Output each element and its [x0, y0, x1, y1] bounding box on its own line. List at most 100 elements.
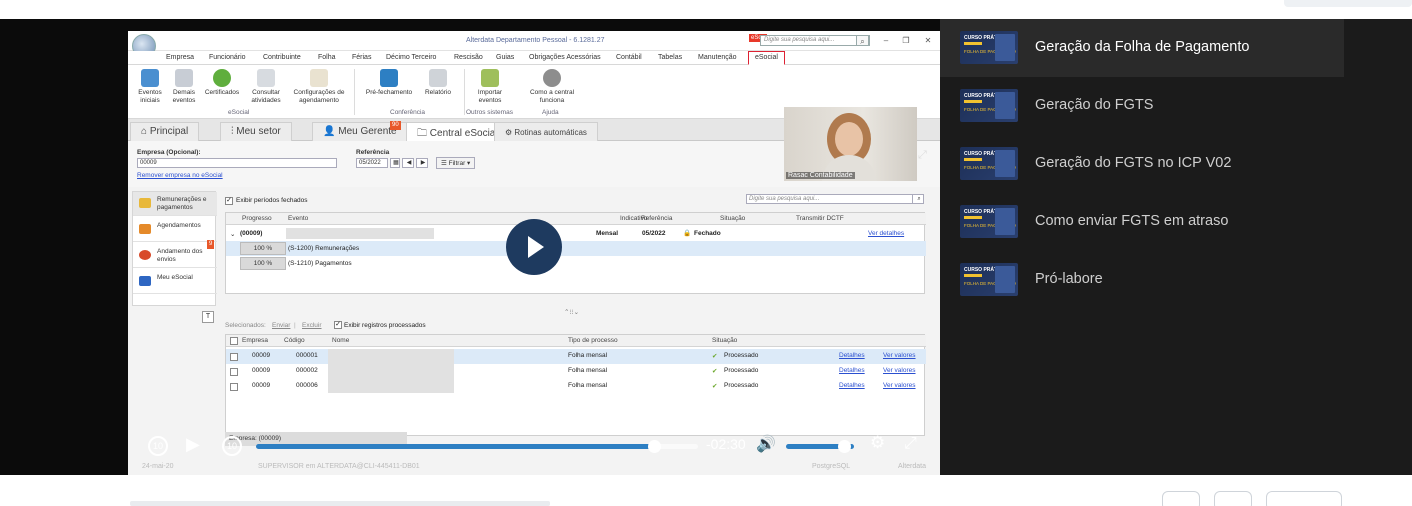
col-situacao[interactable]: Situação [720, 215, 745, 222]
empresa-cell: 00009 [252, 382, 271, 389]
ribbon-ajuda[interactable]: Como a central funciona [524, 69, 580, 104]
nav-remuneracoes[interactable]: Remunerações e pagamentos [133, 192, 217, 216]
forward-10-button[interactable]: 10 [222, 436, 242, 456]
menu-ferias[interactable]: Férias [352, 54, 371, 61]
detalhes-link[interactable]: Detalhes [839, 352, 865, 359]
bookmark-button[interactable] [1214, 491, 1252, 506]
video-area[interactable]: Alterdata Departamento Pessoal - 6.1281.… [0, 19, 940, 475]
table-row[interactable]: 100 % (S-1200) Remunerações [226, 241, 926, 256]
group-referencia: 05/2022 [642, 230, 666, 237]
search-icon[interactable]: ⌕ [912, 194, 924, 204]
text-toggle-button[interactable]: T [202, 311, 214, 323]
nav-andamento[interactable]: Andamento dos envios [133, 244, 217, 268]
col-referencia[interactable]: Referência [641, 215, 672, 222]
big-play-button[interactable] [506, 219, 562, 275]
enviar-link[interactable]: Enviar [272, 322, 290, 329]
volume-slider[interactable] [786, 440, 854, 453]
col-progresso[interactable]: Progresso [242, 215, 272, 222]
progress-bar[interactable] [256, 440, 698, 453]
tab-principal[interactable]: ⌂ Principal [130, 122, 200, 141]
calendar-icon[interactable]: ▦ [390, 158, 400, 168]
menu-manutencao[interactable]: Manutenção [698, 54, 737, 61]
exibir-fechados-checkbox[interactable]: ✓ [225, 197, 233, 205]
tab-meu-setor[interactable]: ⫶ Meu setor [220, 122, 292, 141]
ribbon-pre-fechamento[interactable]: Pré-fechamento [360, 69, 418, 97]
ver-valores-link[interactable]: Ver valores [883, 382, 916, 389]
settings-gear-icon[interactable]: ⚙ [870, 433, 885, 453]
playlist-item[interactable]: CURSO PRÁTICO FOLHA DE PAGAMENTO Geração d… [940, 19, 1344, 77]
remover-empresa-link[interactable]: Remover empresa no eSocial [137, 172, 223, 179]
volume-icon[interactable]: 🔊 [756, 434, 776, 453]
exibir-processados-checkbox[interactable]: ✓ [334, 321, 342, 329]
playlist-item-title: Como enviar FGTS em atraso [1035, 213, 1229, 229]
menu-empresa[interactable]: Empresa [166, 54, 194, 61]
nav-meu-esocial[interactable]: Meu eSocial [133, 270, 217, 294]
col-nome[interactable]: Nome [332, 337, 349, 344]
progress-handle[interactable] [647, 440, 661, 453]
prev-next-buttons[interactable] [1266, 491, 1342, 506]
app-search-input[interactable]: Digite sua pesquisa aqui... [760, 35, 870, 46]
menu-esocial[interactable]: eSocial [748, 51, 785, 65]
ver-detalhes-link[interactable]: Ver detalhes [868, 230, 904, 237]
search-icon[interactable]: ⌕ [856, 35, 869, 46]
col-codigo[interactable]: Código [284, 337, 305, 344]
close-icon[interactable]: ✕ [922, 36, 934, 45]
row-checkbox[interactable] [230, 383, 238, 391]
rewind-10-button[interactable]: 10 [148, 436, 168, 456]
ribbon-config-agendamento[interactable]: Configurações de agendamento [290, 69, 348, 104]
col-situacao[interactable]: Situação [712, 337, 737, 344]
play-icon [528, 236, 544, 258]
prev-arrow-icon[interactable]: ◀ [402, 158, 414, 168]
play-button[interactable]: ▶ [186, 434, 200, 455]
row-checkbox[interactable] [230, 353, 238, 361]
top-right-button[interactable] [1284, 0, 1412, 7]
playlist-item[interactable]: CURSO PRÁTICO FOLHA DE PAGAMENTO Como envi… [940, 193, 1344, 251]
app-title-bar: Alterdata Departamento Pessoal - 6.1281.… [128, 31, 940, 58]
menu-funcionario[interactable]: Funcionário [209, 54, 246, 61]
select-all-checkbox[interactable] [230, 337, 238, 345]
ribbon-relatorio[interactable]: Relatório [416, 69, 460, 97]
minimize-icon[interactable]: – [880, 36, 892, 45]
excluir-link[interactable]: Excluir [302, 322, 322, 329]
ribbon-importar-eventos[interactable]: Importar eventos [468, 69, 512, 104]
grid-search-input[interactable]: Digite sua pesquisa aqui... [746, 194, 924, 204]
tab-rotinas-automaticas[interactable]: ⚙ Rotinas automáticas [494, 122, 598, 141]
menu-contribuinte[interactable]: Contribuinte [263, 54, 301, 61]
playlist-item[interactable]: CURSO PRÁTICO FOLHA DE PAGAMENTO Geração d… [940, 77, 1344, 135]
empresa-input[interactable]: 00009 [137, 158, 337, 168]
ribbon-consultar-atividades[interactable]: Consultar atividades [244, 69, 288, 104]
detalhes-link[interactable]: Detalhes [839, 382, 865, 389]
menu-rescisao[interactable]: Rescisão [454, 54, 483, 61]
expand-icon[interactable]: ⤢ [918, 149, 932, 163]
separator: | [294, 322, 296, 329]
menu-decimo-terceiro[interactable]: Décimo Terceiro [386, 54, 436, 61]
playlist-item[interactable]: CURSO PRÁTICO FOLHA DE PAGAMENTO Geração d… [940, 135, 1344, 193]
expand-chevron-icon[interactable]: ⌄ [230, 230, 235, 238]
col-transmitir-dctf[interactable]: Transmitir DCTF [796, 215, 844, 222]
ver-valores-link[interactable]: Ver valores [883, 352, 916, 359]
menu-guias[interactable]: Guias [496, 54, 514, 61]
row-checkbox[interactable] [230, 368, 238, 376]
col-tipo-processo[interactable]: Tipo de processo [568, 337, 618, 344]
processes-grid-header: Empresa Código Nome Tipo de processo Sit… [226, 335, 926, 347]
notes-button[interactable] [1162, 491, 1200, 506]
col-evento[interactable]: Evento [288, 215, 308, 222]
detalhes-link[interactable]: Detalhes [839, 367, 865, 374]
col-empresa[interactable]: Empresa [242, 337, 268, 344]
menu-tabelas[interactable]: Tabelas [658, 54, 682, 61]
redacted-names [328, 349, 454, 393]
nav-agendamentos[interactable]: Agendamentos [133, 218, 217, 242]
filtrar-button[interactable]: ☰ Filtrar ▾ [436, 157, 476, 169]
menu-folha[interactable]: Folha [318, 54, 336, 61]
splitter-handle[interactable]: ⌃⁝⁝⌄ [564, 308, 579, 316]
fullscreen-icon[interactable]: ⤢ [904, 433, 917, 453]
playlist-item[interactable]: CURSO PRÁTICO FOLHA DE PAGAMENTO Pró-labor… [940, 251, 1344, 309]
restore-icon[interactable]: ❐ [900, 36, 912, 45]
menu-obrigacoes[interactable]: Obrigações Acessórias [529, 54, 601, 61]
ver-valores-link[interactable]: Ver valores [883, 367, 916, 374]
menu-contabil[interactable]: Contábil [616, 54, 642, 61]
ribbon-certificados[interactable]: Certificados [200, 69, 244, 97]
next-arrow-icon[interactable]: ▶ [416, 158, 428, 168]
time-remaining: -02:30 [706, 436, 746, 452]
referencia-input[interactable]: 05/2022 [356, 158, 388, 168]
